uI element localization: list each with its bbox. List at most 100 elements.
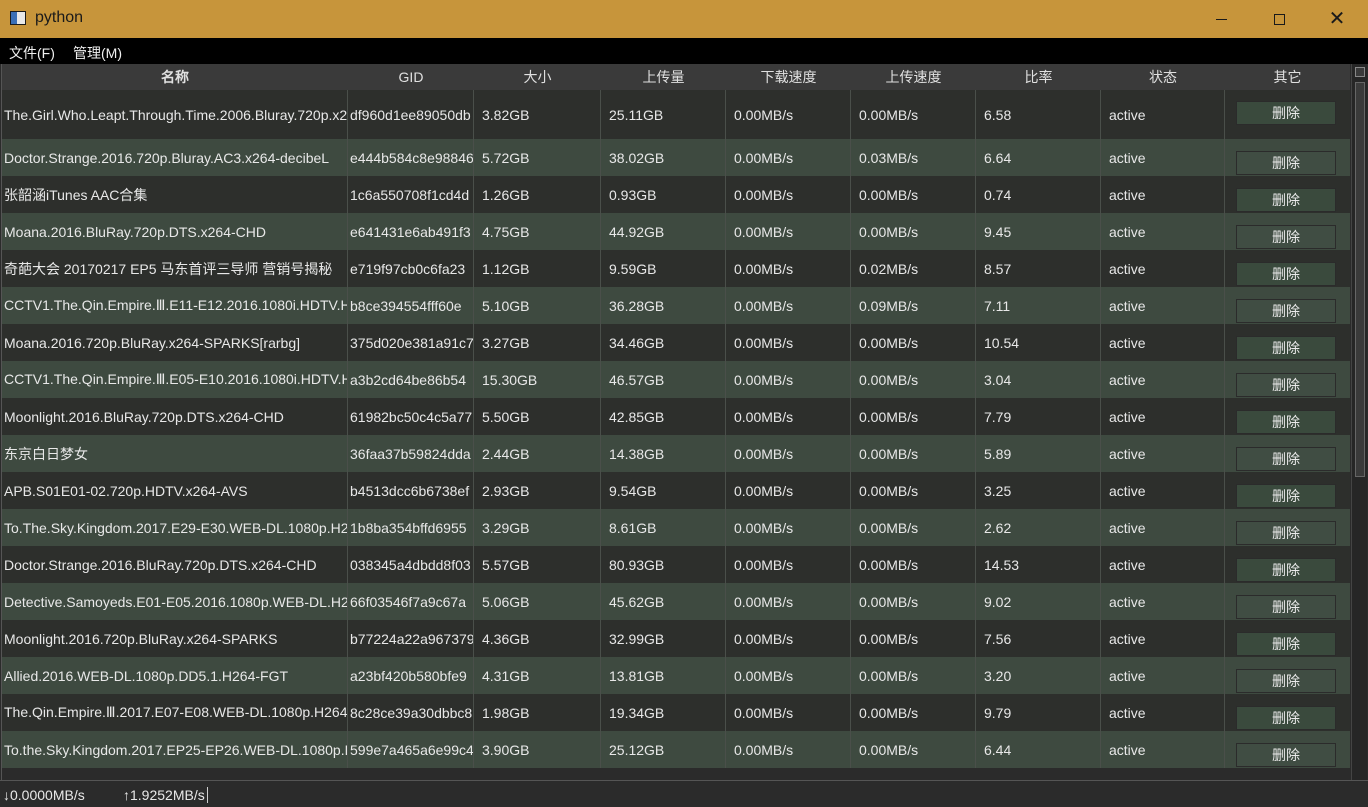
table-row[interactable]: 东京白日梦女 36faa37b59824dda 2.44GB 14.38GB 0.00M… — [2, 435, 1350, 472]
delete-button[interactable]: 删除 — [1236, 188, 1336, 212]
cell-uploaded: 38.02GB — [601, 139, 726, 176]
cell-gid: e641431e6ab491f3 — [348, 213, 474, 250]
cell-upload-speed: 0.02MB/s — [851, 250, 976, 287]
cell-upload-speed: 0.00MB/s — [851, 435, 976, 472]
upload-speed-total: ↑1.9252MB/s — [123, 787, 208, 803]
cell-uploaded: 34.46GB — [601, 324, 726, 361]
table-row[interactable]: To.the.Sky.Kingdom.2017.EP25-EP26.WEB-DL… — [2, 731, 1350, 768]
table-row[interactable]: APB.S01E01-02.720p.HDTV.x264-AVS b4513dcc… — [2, 472, 1350, 509]
table-row[interactable]: Moonlight.2016.BluRay.720p.DTS.x264-CHD 6… — [2, 398, 1350, 435]
column-header-other[interactable]: 其它 — [1225, 64, 1350, 90]
cell-upload-speed: 0.00MB/s — [851, 509, 976, 546]
download-speed-total: ↓0.0000MB/s — [3, 787, 85, 803]
cell-status: active — [1101, 509, 1225, 546]
table-row[interactable]: CCTV1.The.Qin.Empire.Ⅲ.E05-E10.2016.1080… — [2, 361, 1350, 398]
cell-size: 3.27GB — [474, 324, 601, 361]
column-header-uploaded[interactable]: 上传量 — [601, 64, 726, 90]
delete-button[interactable]: 删除 — [1236, 299, 1336, 323]
cell-uploaded: 46.57GB — [601, 361, 726, 398]
cell-ratio: 8.57 — [976, 250, 1101, 287]
scroll-up-arrow-icon[interactable] — [1355, 67, 1365, 77]
cell-uploaded: 9.59GB — [601, 250, 726, 287]
delete-button[interactable]: 删除 — [1236, 484, 1336, 508]
delete-button[interactable]: 删除 — [1236, 151, 1336, 175]
cell-download-speed: 0.00MB/s — [726, 324, 851, 361]
cell-gid: 599e7a465a6e99c4 — [348, 731, 474, 768]
table-row[interactable]: CCTV1.The.Qin.Empire.Ⅲ.E11-E12.2016.1080… — [2, 287, 1350, 324]
cell-gid: 61982bc50c4c5a77 — [348, 398, 474, 435]
vertical-scrollbar[interactable] — [1351, 64, 1367, 780]
cell-status: active — [1101, 546, 1225, 583]
cell-name: The.Girl.Who.Leapt.Through.Time.2006.Blu… — [2, 90, 348, 139]
table-row[interactable]: Moana.2016.720p.BluRay.x264-SPARKS[rarbg… — [2, 324, 1350, 361]
column-header-size[interactable]: 大小 — [474, 64, 601, 90]
cell-ratio: 3.25 — [976, 472, 1101, 509]
delete-button[interactable]: 删除 — [1236, 558, 1336, 582]
scrollbar-thumb[interactable] — [1355, 82, 1365, 477]
cell-upload-speed: 0.00MB/s — [851, 324, 976, 361]
table-row[interactable]: Moana.2016.BluRay.720p.DTS.x264-CHD e6414… — [2, 213, 1350, 250]
column-header-name[interactable]: 名称 — [2, 64, 348, 90]
delete-button[interactable]: 删除 — [1236, 101, 1336, 125]
delete-button[interactable]: 删除 — [1236, 595, 1336, 619]
cell-name: 奇葩大会 20170217 EP5 马东首评三导师 营销号揭秘 — [2, 250, 348, 287]
cell-name: Doctor.Strange.2016.BluRay.720p.DTS.x264… — [2, 546, 348, 583]
cell-uploaded: 80.93GB — [601, 546, 726, 583]
cell-gid: 375d020e381a91c7 — [348, 324, 474, 361]
delete-button[interactable]: 删除 — [1236, 410, 1336, 434]
delete-button[interactable]: 删除 — [1236, 262, 1336, 286]
table-row[interactable]: 张韶涵iTunes AAC合集 1c6a550708f1cd4d 1.26GB 0.9… — [2, 176, 1350, 213]
table-row[interactable]: Detective.Samoyeds.E01-E05.2016.1080p.WE… — [2, 583, 1350, 620]
column-header-ratio[interactable]: 比率 — [976, 64, 1101, 90]
cell-status: active — [1101, 694, 1225, 731]
cell-status: active — [1101, 361, 1225, 398]
cell-ratio: 3.20 — [976, 657, 1101, 694]
delete-button[interactable]: 删除 — [1236, 521, 1336, 545]
cell-status: active — [1101, 176, 1225, 213]
delete-button[interactable]: 删除 — [1236, 669, 1336, 693]
cell-download-speed: 0.00MB/s — [726, 509, 851, 546]
table-row[interactable]: The.Qin.Empire.Ⅲ.2017.E07-E08.WEB-DL.108… — [2, 694, 1350, 731]
table-row[interactable]: Moonlight.2016.720p.BluRay.x264-SPARKS b7… — [2, 620, 1350, 657]
cell-size: 5.57GB — [474, 546, 601, 583]
cell-uploaded: 19.34GB — [601, 694, 726, 731]
table-row[interactable]: 奇葩大会 20170217 EP5 马东首评三导师 营销号揭秘 e719f97cb… — [2, 250, 1350, 287]
delete-button[interactable]: 删除 — [1236, 225, 1336, 249]
delete-button[interactable]: 删除 — [1236, 706, 1336, 730]
menu-file[interactable]: 文件(F) — [9, 43, 55, 63]
table-row[interactable]: To.The.Sky.Kingdom.2017.E29-E30.WEB-DL.1… — [2, 509, 1350, 546]
menu-manage[interactable]: 管理(M) — [73, 43, 122, 63]
cell-gid: e719f97cb0c6fa23 — [348, 250, 474, 287]
delete-button[interactable]: 删除 — [1236, 447, 1336, 471]
close-button[interactable]: ✕ — [1308, 0, 1366, 38]
delete-button[interactable]: 删除 — [1236, 632, 1336, 656]
cell-ratio: 9.02 — [976, 583, 1101, 620]
delete-button[interactable]: 删除 — [1236, 373, 1336, 397]
maximize-button[interactable] — [1250, 0, 1308, 38]
cell-download-speed: 0.00MB/s — [726, 546, 851, 583]
cell-ratio: 6.44 — [976, 731, 1101, 768]
torrent-table: 名称 GID 大小 上传量 下载速度 上传速度 比率 状态 其它 The.Gir… — [1, 64, 1367, 780]
cell-gid: 8c28ce39a30dbbc8 — [348, 694, 474, 731]
column-header-gid[interactable]: GID — [348, 64, 474, 90]
column-header-download-speed[interactable]: 下载速度 — [726, 64, 851, 90]
cell-uploaded: 25.12GB — [601, 731, 726, 768]
cell-upload-speed: 0.00MB/s — [851, 583, 976, 620]
table-row[interactable]: Doctor.Strange.2016.720p.Bluray.AC3.x264… — [2, 139, 1350, 176]
table-row[interactable]: Doctor.Strange.2016.BluRay.720p.DTS.x264… — [2, 546, 1350, 583]
cell-status: active — [1101, 90, 1225, 139]
cell-download-speed: 0.00MB/s — [726, 361, 851, 398]
table-row[interactable]: The.Girl.Who.Leapt.Through.Time.2006.Blu… — [2, 90, 1350, 139]
delete-button[interactable]: 删除 — [1236, 743, 1336, 767]
cell-ratio: 0.74 — [976, 176, 1101, 213]
cell-upload-speed: 0.00MB/s — [851, 213, 976, 250]
cell-name: CCTV1.The.Qin.Empire.Ⅲ.E05-E10.2016.1080… — [2, 361, 348, 398]
delete-button[interactable]: 删除 — [1236, 336, 1336, 360]
column-header-upload-speed[interactable]: 上传速度 — [851, 64, 976, 90]
column-header-status[interactable]: 状态 — [1101, 64, 1225, 90]
cell-ratio: 9.45 — [976, 213, 1101, 250]
title-bar: python ✕ — [0, 0, 1368, 38]
table-row[interactable]: Allied.2016.WEB-DL.1080p.DD5.1.H264-FGT a… — [2, 657, 1350, 694]
cell-ratio: 10.54 — [976, 324, 1101, 361]
minimize-button[interactable] — [1192, 0, 1250, 38]
